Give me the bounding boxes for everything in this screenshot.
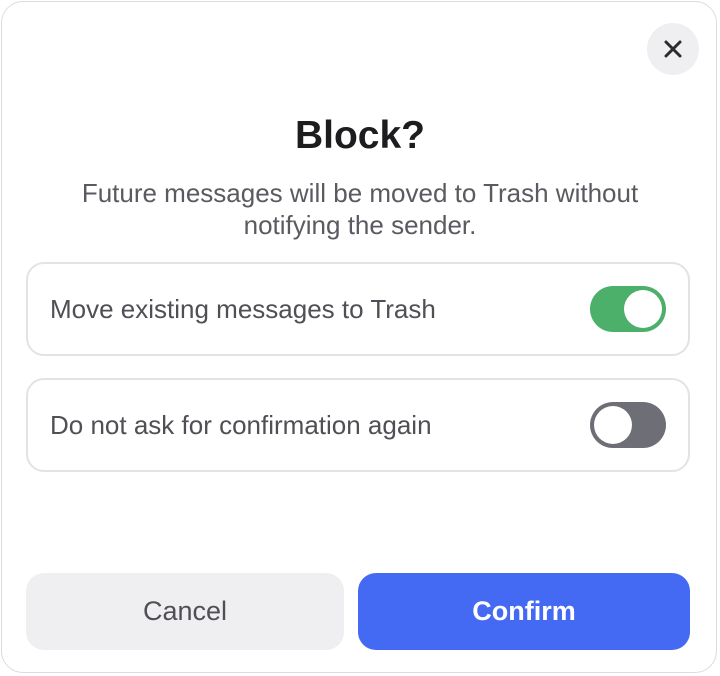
option-label: Do not ask for confirmation again xyxy=(50,409,432,440)
close-button[interactable] xyxy=(647,23,699,75)
option-move-existing: Move existing messages to Trash xyxy=(26,262,690,356)
toggle-knob xyxy=(624,290,662,328)
cancel-button[interactable]: Cancel xyxy=(26,573,344,650)
do-not-ask-toggle[interactable] xyxy=(590,402,666,448)
toggle-knob xyxy=(594,406,632,444)
dialog-title: Block? xyxy=(294,114,426,157)
dialog-description: Future messages will be moved to Trash w… xyxy=(81,178,639,240)
option-label: Move existing messages to Trash xyxy=(50,293,436,324)
confirm-button[interactable]: Confirm xyxy=(358,573,690,650)
option-do-not-ask: Do not ask for confirmation again xyxy=(26,378,690,472)
block-dialog: Block? Future messages will be moved to … xyxy=(1,1,717,673)
move-existing-toggle[interactable] xyxy=(590,286,666,332)
close-icon xyxy=(663,39,683,59)
